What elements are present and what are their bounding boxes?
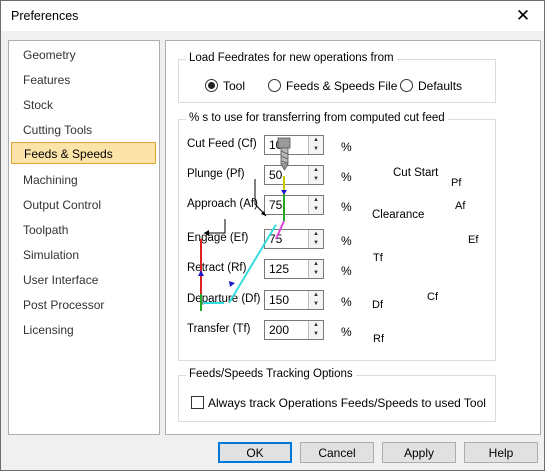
sidebar-item-user-interface[interactable]: User Interface — [11, 269, 156, 291]
retract-unit: % — [341, 264, 352, 278]
af-label: Af — [455, 200, 466, 212]
df-label: Df — [372, 299, 383, 311]
sidebar-item-machining[interactable]: Machining — [11, 169, 156, 191]
window-title: Preferences — [11, 9, 79, 23]
radio-file-label: Feeds & Speeds File — [286, 79, 398, 93]
cancel-button[interactable]: Cancel — [300, 442, 374, 463]
feed-diagram — [198, 137, 291, 311]
radio-tool-label: Tool — [223, 79, 246, 93]
ok-button[interactable]: OK — [218, 442, 292, 463]
tracking-group: Feeds/Speeds Tracking Options Always tra… — [178, 368, 496, 422]
rf-label: Rf — [373, 333, 384, 345]
radio-file-indicator[interactable] — [268, 79, 281, 92]
sidebar-item-geometry[interactable]: Geometry — [11, 44, 156, 66]
departure-unit: % — [341, 295, 352, 309]
close-icon[interactable]: ✕ — [508, 4, 538, 28]
ef-label: Ef — [468, 234, 479, 246]
transfer-value[interactable]: 200 — [269, 323, 289, 337]
track-checkbox-label: Always track Operations Feeds/Speeds to … — [208, 396, 486, 410]
sidebar-item-simulation[interactable]: Simulation — [11, 244, 156, 266]
radio-tool[interactable]: Tool — [205, 78, 245, 94]
apply-button[interactable]: Apply — [382, 442, 456, 463]
spin-down-icon[interactable]: ▼ — [309, 330, 323, 339]
transfer-unit: % — [341, 325, 352, 339]
radio-feeds-speeds-file[interactable]: Feeds & Speeds File — [268, 78, 397, 94]
title-bar: Preferences ✕ — [1, 1, 544, 31]
pf-label: Pf — [451, 177, 462, 189]
sidebar-item-stock[interactable]: Stock — [11, 94, 156, 116]
track-checkbox-box[interactable] — [191, 396, 204, 409]
sidebar-item-licensing[interactable]: Licensing — [11, 319, 156, 341]
tracking-title: Feeds/Speeds Tracking Options — [186, 368, 356, 380]
sidebar-item-cutting-tools[interactable]: Cutting Tools — [11, 119, 156, 141]
radio-defaults[interactable]: Defaults — [400, 78, 462, 94]
drill-icon — [277, 137, 291, 171]
approach-unit: % — [341, 200, 352, 214]
sidebar-item-feeds-speeds[interactable]: Feeds & Speeds — [11, 142, 156, 164]
plunge-unit: % — [341, 170, 352, 184]
cf-segment — [228, 224, 277, 304]
sidebar-item-post-processor[interactable]: Post Processor — [11, 294, 156, 316]
ef-segment — [275, 220, 285, 240]
transfer-spinbox[interactable]: 200 ▲ ▼ — [264, 320, 324, 340]
radio-tool-indicator[interactable] — [205, 79, 218, 92]
transfer-label: Transfer (Tf) — [187, 323, 251, 335]
track-checkbox[interactable]: Always track Operations Feeds/Speeds to … — [191, 396, 486, 410]
sidebar-item-toolpath[interactable]: Toolpath — [11, 219, 156, 241]
radio-defaults-label: Defaults — [418, 79, 463, 93]
cf-label: Cf — [427, 291, 438, 303]
sidebar-item-features[interactable]: Features — [11, 69, 156, 91]
cut-feed-unit: % — [341, 140, 352, 154]
category-list: Geometry Features Stock Cutting Tools Fe… — [8, 40, 160, 435]
preferences-window: Preferences ✕ Geometry Features Stock Cu… — [0, 0, 545, 471]
radio-defaults-indicator[interactable] — [400, 79, 413, 92]
help-button[interactable]: Help — [464, 442, 538, 463]
spin-buttons: ▲ ▼ — [308, 321, 323, 339]
engage-unit: % — [341, 234, 352, 248]
load-feedrates-title: Load Feedrates for new operations from — [186, 52, 397, 64]
cut-start-label: Cut Start — [393, 167, 439, 179]
sidebar-item-output-control[interactable]: Output Control — [11, 194, 156, 216]
tf-label: Tf — [373, 252, 383, 264]
clearance-label: Clearance — [372, 209, 425, 221]
